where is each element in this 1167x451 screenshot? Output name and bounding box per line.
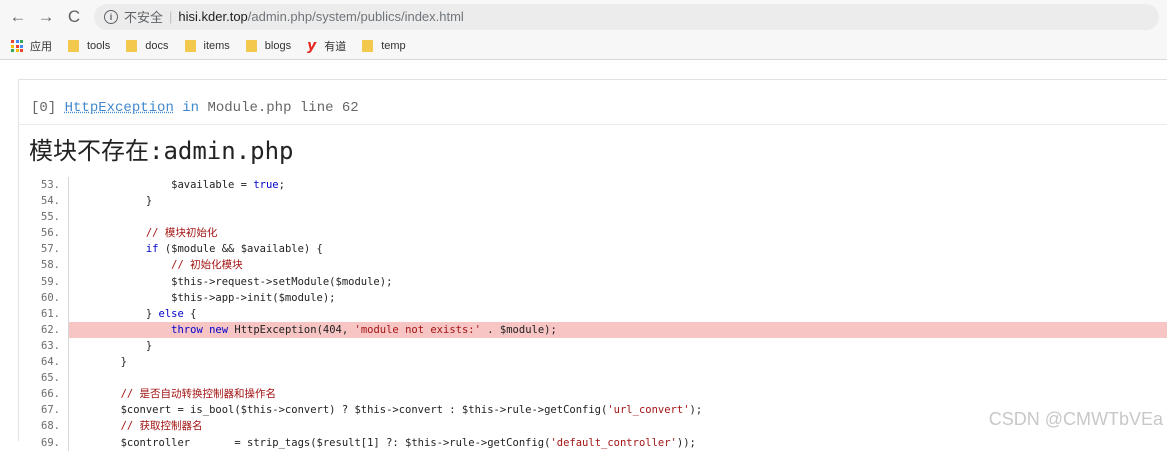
bookmark-label: docs — [145, 40, 169, 52]
exception-message: 模块不存在:admin.php — [29, 131, 294, 166]
code-text: } — [70, 356, 127, 369]
line-number: 57. — [19, 241, 69, 258]
bookmark-items[interactable]: items — [184, 40, 230, 52]
code-text: $this->app->init($module); — [70, 291, 336, 304]
code-line: 59. $this->request->setModule($module); — [19, 273, 1167, 290]
code-line: 53. $available = true; — [19, 177, 1167, 194]
code-text: // 初始化模块 — [70, 259, 243, 272]
code-line: 54. } — [19, 193, 1167, 210]
line-number: 67. — [19, 402, 69, 419]
code-text: throw new HttpException(404, 'module not… — [69, 321, 1167, 338]
exception-line-no: 62 — [341, 100, 359, 116]
line-number: 64. — [19, 354, 69, 371]
youdao-icon: y — [307, 38, 317, 54]
info-icon[interactable]: i — [104, 9, 118, 24]
code-text: // 模块初始化 — [70, 227, 218, 240]
line-number: 54. — [19, 193, 69, 210]
omnibox-separator: | — [169, 9, 173, 24]
code-text: $available = true; — [70, 179, 285, 191]
code-text: $this->request->setModule($module); — [70, 275, 393, 288]
code-text: $controller = strip_tags($result[1] ?: $… — [70, 436, 696, 449]
folder-icon — [184, 40, 196, 52]
code-line: 56. // 模块初始化 — [19, 225, 1167, 242]
bookmark-blogs[interactable]: blogs — [245, 40, 292, 52]
code-line: 66. // 是否自动转换控制器和操作名 — [19, 386, 1167, 403]
back-button[interactable]: ← — [4, 7, 32, 27]
bookmarks-bar: 应用 tools docs items blogs y 有道 temp — [0, 33, 1167, 60]
exception-message-code: :admin.php — [149, 137, 294, 165]
folder-icon — [68, 40, 79, 52]
code-line: 58. // 初始化模块 — [19, 257, 1167, 274]
exception-in: in — [182, 100, 200, 116]
code-line: 69. $controller = strip_tags($result[1] … — [19, 434, 1167, 451]
bookmark-apps[interactable]: 应用 — [11, 38, 52, 54]
exception-index: [0] — [31, 100, 57, 116]
exception-panel: [0] HttpException in Module.php line 62 … — [18, 79, 1167, 451]
line-number: 69. — [19, 434, 69, 451]
line-number: 66. — [19, 386, 69, 403]
watermark: CSDN @CMWTbVEa — [988, 409, 1163, 429]
bookmark-temp[interactable]: temp — [362, 40, 406, 52]
code-line: 60. $this->app->init($module); — [19, 289, 1167, 306]
forward-button[interactable]: → — [32, 7, 60, 27]
exception-line-word: line — [299, 100, 334, 116]
code-line-highlighted: 62. throw new HttpException(404, 'module… — [19, 321, 1167, 338]
line-number: 56. — [19, 225, 69, 242]
code-text: // 是否自动转换控制器和操作名 — [70, 388, 277, 401]
code-line: 57. if ($module && $available) { — [19, 241, 1167, 258]
line-number: 68. — [19, 418, 69, 435]
code-text: } else { — [70, 307, 197, 320]
bookmark-label: blogs — [264, 40, 292, 52]
line-number: 53. — [19, 177, 69, 194]
exception-file: Module.php — [207, 100, 292, 116]
insecure-label: 不安全 — [124, 10, 164, 25]
exception-info: [0] HttpException in Module.php line 62 — [31, 100, 359, 116]
folder-icon — [126, 40, 138, 52]
bookmark-label: 有道 — [324, 41, 347, 53]
code-line: 65. — [19, 370, 1167, 387]
arrow-left-icon: ← — [9, 6, 27, 26]
code-text: if ($module && $available) { — [145, 243, 323, 256]
exception-header: [0] HttpException in Module.php line 62 — [19, 80, 1167, 125]
reload-button[interactable]: C — [60, 7, 88, 27]
code-line: 61. } else { — [19, 305, 1167, 322]
bookmark-label: items — [203, 40, 230, 52]
arrow-right-icon: → — [37, 6, 55, 26]
exception-class-link[interactable]: HttpException — [65, 100, 174, 116]
bookmark-youdao[interactable]: y 有道 — [307, 38, 346, 54]
code-line: 55. — [19, 209, 1167, 226]
apps-icon — [11, 40, 23, 52]
line-number: 61. — [19, 305, 69, 322]
bookmark-docs[interactable]: docs — [126, 40, 169, 52]
bookmark-label: tools — [87, 40, 111, 52]
bookmark-tools[interactable]: tools — [68, 40, 110, 52]
url-host: hisi.kder.top — [178, 9, 248, 24]
line-number: 62. — [19, 321, 69, 338]
browser-toolbar: ← → C i 不安全 | hisi.kder.top/admin.php/sy… — [0, 0, 1167, 33]
line-number: 58. — [19, 257, 69, 274]
line-number: 60. — [19, 289, 69, 306]
folder-icon — [362, 40, 374, 52]
code-text: } — [70, 339, 153, 352]
reload-icon: C — [67, 6, 81, 26]
code-line: 63. } — [19, 337, 1167, 355]
line-number: 63. — [19, 337, 69, 355]
exception-message-prefix: 模块不存在 — [29, 137, 149, 165]
folder-icon — [245, 40, 257, 52]
bookmark-label: 应用 — [30, 41, 52, 53]
line-number: 55. — [19, 209, 69, 226]
line-number: 65. — [19, 370, 69, 387]
line-number: 59. — [19, 273, 69, 290]
address-bar[interactable]: i 不安全 | hisi.kder.top/admin.php/system/p… — [94, 3, 1159, 30]
code-text: } — [70, 195, 153, 208]
bookmark-label: temp — [381, 40, 406, 52]
url-path: /admin.php/system/publics/index.html — [247, 9, 464, 24]
code-line: 64. } — [19, 354, 1167, 371]
